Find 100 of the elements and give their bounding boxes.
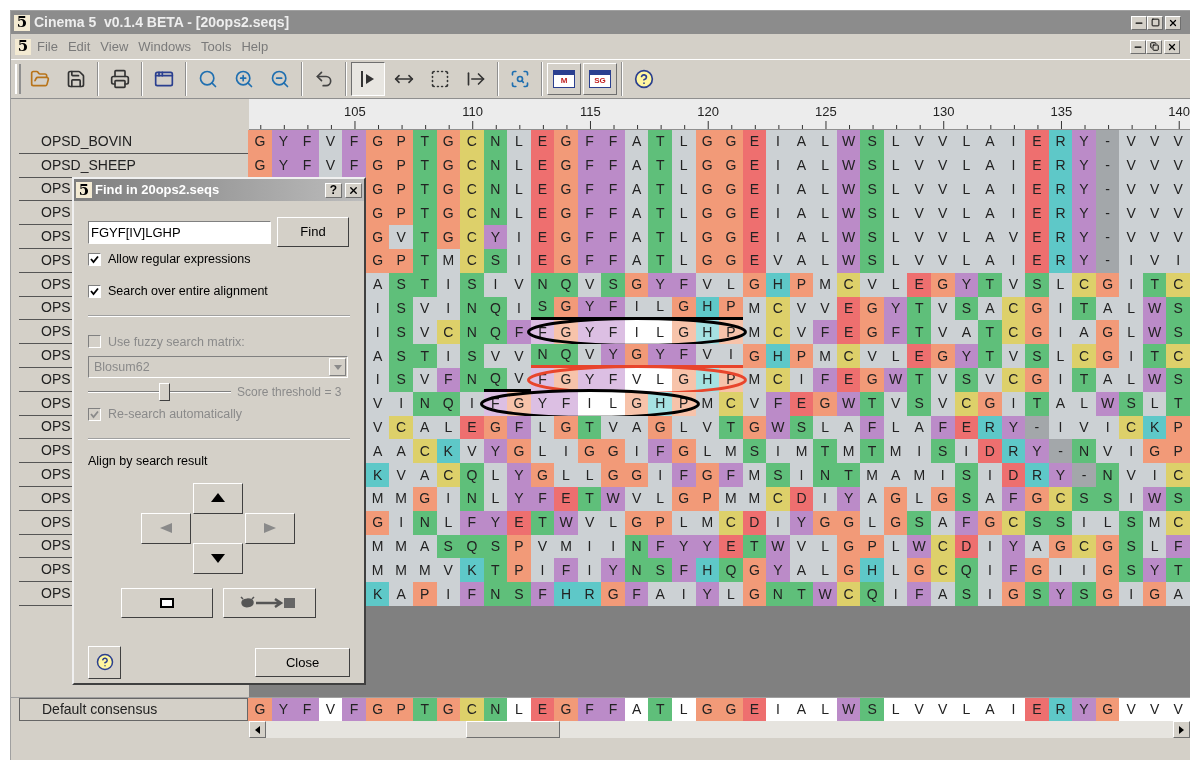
- residue-cell: Y: [1072, 177, 1096, 202]
- residue-cell: C: [460, 130, 484, 154]
- residue-cell: V: [766, 249, 790, 273]
- residue-cell: F: [295, 153, 319, 178]
- residue-cell: A: [789, 201, 814, 226]
- residue-cell: E: [1025, 130, 1049, 154]
- scroll-right-button[interactable]: [1173, 721, 1190, 738]
- folder-icon: [30, 69, 50, 89]
- residue-cell: T: [813, 439, 837, 464]
- zoom-out-icon: [270, 69, 290, 89]
- residue-cell: T: [648, 249, 672, 273]
- residue-cell: V: [436, 558, 461, 583]
- toolbar-button[interactable]: M: [547, 63, 581, 95]
- residue-cell: C: [719, 391, 743, 416]
- residue-cell: L: [648, 486, 672, 511]
- residue-cell: L: [530, 439, 555, 464]
- scroll-left-button[interactable]: [249, 721, 266, 738]
- toolbar-grip[interactable]: [15, 64, 21, 94]
- residue-cell: Y: [648, 344, 672, 368]
- residue-cell: T: [860, 439, 884, 464]
- close-button[interactable]: [1164, 39, 1180, 54]
- residue-cell: I: [1119, 249, 1143, 273]
- residue-cell: S: [907, 391, 931, 416]
- residue-cell: V: [907, 201, 931, 226]
- residue-cell: Y: [766, 558, 790, 583]
- save-icon: [66, 69, 86, 89]
- checkbox[interactable]: [88, 284, 101, 298]
- residue-cell: L: [507, 153, 531, 178]
- help-button[interactable]: ?: [325, 182, 342, 198]
- residue-cell: C: [460, 249, 484, 273]
- residue-cell: G: [601, 463, 625, 487]
- residue-cell: A: [883, 463, 908, 487]
- residue-cell: L: [577, 463, 602, 487]
- residue-cell: G: [507, 439, 531, 464]
- residue-cell: S: [460, 344, 484, 368]
- residue-cell: C: [1166, 510, 1190, 535]
- sequence-name[interactable]: Default consensus: [19, 698, 249, 721]
- residue-cell: V: [389, 463, 413, 487]
- arrow-button[interactable]: [193, 482, 243, 514]
- close-button[interactable]: Close: [255, 647, 350, 677]
- residue-cell: L: [813, 249, 837, 273]
- toolbar-button[interactable]: SG: [583, 63, 617, 95]
- minimize-button[interactable]: [1130, 39, 1146, 54]
- residue-cell: F: [460, 510, 484, 535]
- residue-cell: I: [507, 249, 531, 273]
- residue-cell: G: [554, 225, 578, 249]
- residue-cell: V: [1166, 698, 1190, 721]
- residue-cell: T: [978, 344, 1002, 368]
- scroll-thumb[interactable]: [466, 721, 560, 738]
- search-field[interactable]: FGYF[IV]LGHP: [88, 220, 271, 244]
- residue-cell: Y: [1048, 582, 1073, 606]
- residue-cell: L: [1119, 296, 1143, 321]
- residue-cell: A: [1072, 320, 1096, 345]
- residue-cell: C: [1072, 272, 1096, 297]
- residue-cell: K: [365, 463, 390, 487]
- residue-cell: P: [412, 582, 437, 606]
- residue-cell: F: [295, 130, 319, 154]
- maximize-button[interactable]: [1147, 15, 1163, 30]
- residue-cell: S: [860, 130, 884, 154]
- minimize-button[interactable]: [1131, 15, 1147, 30]
- residue-cell: V: [318, 130, 343, 154]
- frame-button[interactable]: [121, 587, 213, 618]
- residue-cell: V: [1166, 177, 1190, 202]
- help-button[interactable]: [88, 645, 121, 679]
- horizontal-scrollbar[interactable]: [249, 721, 1190, 738]
- section-label: Align by search result: [88, 453, 209, 470]
- residue-cell: L: [507, 177, 531, 202]
- residue-cell: T: [412, 344, 437, 368]
- residue-cell: T: [1072, 296, 1096, 321]
- arrow-button[interactable]: [193, 542, 243, 574]
- residue-cell: L: [813, 534, 837, 559]
- residue-cell: K: [460, 558, 484, 583]
- residue-cell: I: [978, 582, 1002, 606]
- toolbar-button[interactable]: [351, 62, 385, 96]
- residue-cell: F: [648, 534, 672, 559]
- checkbox[interactable]: [88, 252, 101, 266]
- residue-cell: I: [1119, 439, 1143, 464]
- close-button[interactable]: [1165, 15, 1181, 30]
- residue-cell: T: [1025, 391, 1049, 416]
- residue-cell: V: [1166, 153, 1190, 178]
- residue-cell: G: [601, 582, 625, 606]
- residue-cell: I: [766, 439, 790, 464]
- residue-cell: D: [1001, 463, 1026, 487]
- residue-cell: G: [1025, 320, 1049, 345]
- residue-cell: I: [436, 582, 461, 606]
- residue-cell: G: [742, 344, 767, 368]
- residue-cell: P: [389, 153, 413, 178]
- residue-cell: F: [577, 698, 602, 721]
- residue-cell: S: [1166, 296, 1190, 321]
- close-button[interactable]: [345, 182, 362, 198]
- residue-cell: V: [483, 344, 508, 368]
- residue-cell: G: [365, 698, 390, 721]
- residue-cell: E: [460, 415, 484, 440]
- find-button[interactable]: Find: [277, 217, 349, 247]
- residue-cell: N: [483, 130, 508, 154]
- restore-button[interactable]: [1146, 39, 1162, 54]
- residue-cell: G: [695, 698, 720, 721]
- apply-button[interactable]: [223, 587, 316, 618]
- dialog-title: Find in 20ops2.seqs: [95, 181, 221, 200]
- residue-cell: L: [954, 130, 979, 154]
